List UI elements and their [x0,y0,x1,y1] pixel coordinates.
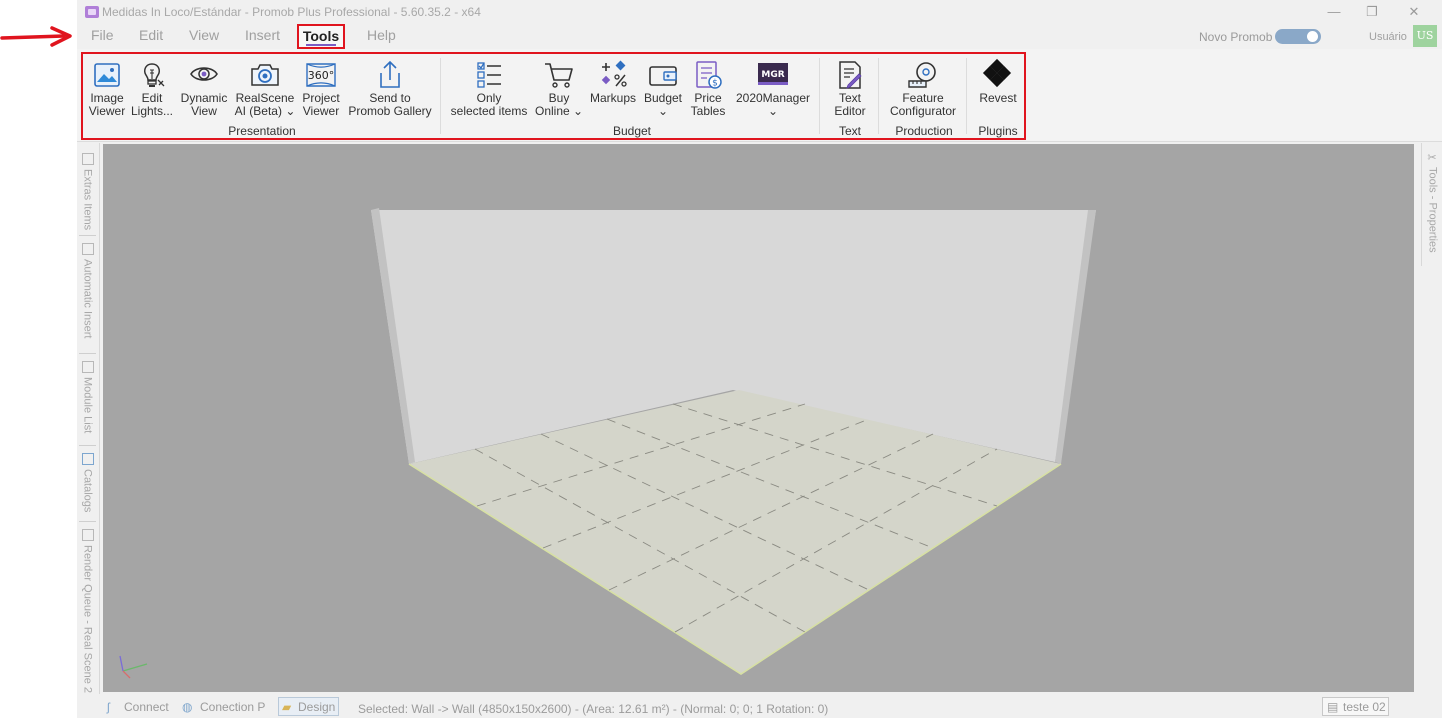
menu-file[interactable]: File [91,27,114,43]
annotation-arrow [0,26,72,47]
feature-configurator-button[interactable]: Feature Configurator [885,58,961,118]
lightbulb-icon [144,63,165,87]
user-avatar[interactable]: US [1413,25,1437,47]
revest-button[interactable]: Revest [975,58,1021,105]
price-tables-icon: $ [696,61,722,89]
svg-text:MGR: MGR [761,70,784,80]
group-label-presentation: Presentation [228,124,296,138]
shopping-cart-icon [545,63,573,88]
group-label-production: Production [895,124,953,138]
revest-diamond-icon [982,58,1012,88]
checklist-icon [477,62,501,88]
tab-automatic-insert[interactable]: Automatic Insert [77,237,98,351]
app-logo-icon [85,6,99,18]
budget-button[interactable]: Budget ⌄ [640,58,686,118]
ribbon-separator [440,58,441,134]
automatic-insert-icon [81,243,94,255]
mgr-icon: MGR [758,63,788,85]
window-title: Medidas In Loco/Estándar - Promob Plus P… [102,5,481,19]
buy-online-button[interactable]: Buy Online ⌄ [535,58,583,118]
menu-insert[interactable]: Insert [245,27,280,43]
app-window: Medidas In Loco/Estándar - Promob Plus P… [77,0,1442,718]
globe-icon: ◍ [182,700,193,714]
close-button[interactable]: ✕ [1402,2,1426,22]
group-label-plugins: Plugins [978,124,1018,138]
design-label: Design [298,700,336,714]
eye-icon [190,67,218,81]
connection-status[interactable]: Conection P [200,700,265,714]
tab-module-list[interactable]: Module List [77,355,98,443]
user-label[interactable]: Usuário [1369,31,1407,43]
selection-info: Selected: Wall -> Wall (4850x150x2600) -… [358,702,829,716]
menu-edit[interactable]: Edit [139,27,163,43]
image-viewer-button[interactable]: Image Viewer [86,58,128,118]
right-side-panel: ✂ Tools - Properties [1421,143,1442,266]
ribbon-separator [878,58,879,134]
connect-status[interactable]: Connect [124,700,169,714]
novo-promob-toggle[interactable] [1275,29,1321,44]
price-tables-button[interactable]: $ Price Tables [688,58,728,118]
chevron-down-icon: ⌄ [657,104,669,118]
ribbon-separator [819,58,820,134]
edit-lights-button[interactable]: Edit Lights... [130,58,174,118]
document-icon: ▤ [1327,700,1339,714]
menu-tools-active[interactable]: Tools [297,24,345,49]
tab-render-queue[interactable]: Render Queue - Real Scene 2.0 [77,523,98,713]
novo-promob-label: Novo Promob [1199,30,1273,44]
tab-extras-items[interactable]: Extras Items [77,147,98,233]
360-view-icon: 360° [306,63,336,87]
measuring-tape-icon [908,62,936,88]
minimize-button[interactable]: — [1322,2,1346,22]
ribbon-separator [966,58,967,134]
connect-icon: ʃ [107,700,110,714]
upload-share-icon [380,60,400,88]
text-editor-icon [839,61,862,89]
tools-icon: ✂ [1425,151,1438,164]
module-list-icon [81,361,94,373]
chevron-down-icon: ⌄ [285,104,296,118]
2020manager-button[interactable]: MGR 2020Manager ⌄ [733,58,813,118]
chevron-down-icon: ⌄ [767,104,779,118]
chevron-down-icon: ⌄ [573,104,584,118]
project-viewer-button[interactable]: 360° Project Viewer [298,58,344,118]
wallet-icon [649,66,677,86]
svg-text:360°: 360° [308,69,335,82]
3d-viewport[interactable] [103,144,1414,692]
image-viewer-icon [94,63,120,87]
render-queue-icon [81,529,94,541]
title-bar: Medidas In Loco/Estándar - Promob Plus P… [77,0,1442,24]
folder-icon: ▰ [282,700,292,714]
tab-tools-properties[interactable]: ✂ Tools - Properties [1422,145,1442,263]
svg-text:$: $ [712,79,718,89]
text-editor-button[interactable]: Text Editor [827,58,873,118]
project-name: teste 02 [1343,700,1386,714]
markups-button[interactable]: Markups [588,58,638,105]
realscene-ai-button[interactable]: RealScene AI (Beta) ⌄ [234,58,296,118]
group-label-budget: Budget [612,124,652,138]
only-selected-items-button[interactable]: Only selected items [449,58,529,118]
menu-view[interactable]: View [189,27,219,43]
camera-icon [251,64,279,86]
menu-help[interactable]: Help [367,27,396,43]
extras-items-icon [81,153,94,165]
send-to-gallery-button[interactable]: Send to Promob Gallery [345,58,435,118]
dynamic-view-button[interactable]: Dynamic View [177,58,231,118]
tab-catalogs[interactable]: Catalogs [77,447,98,519]
markups-icon [601,60,627,87]
group-label-text: Text [838,124,861,138]
left-side-panel: Extras Items Automatic Insert Module Lis… [77,143,100,718]
restore-button[interactable]: ❐ [1360,2,1384,22]
catalogs-icon [81,453,94,465]
